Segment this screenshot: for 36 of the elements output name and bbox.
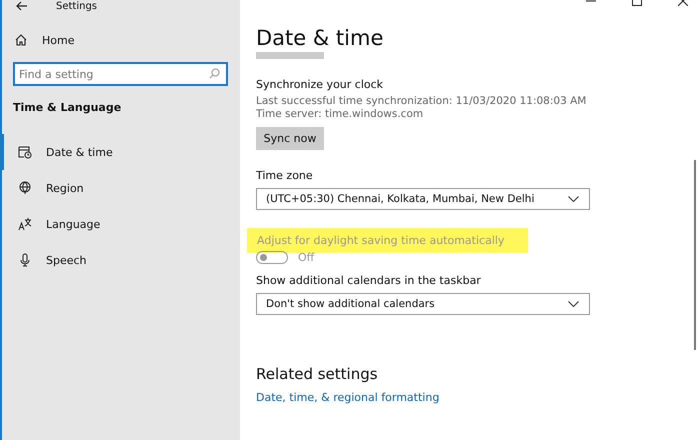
sidebar-item[interactable]: Language bbox=[0, 206, 240, 242]
regional-formatting-link[interactable]: Date, time, & regional formatting bbox=[256, 391, 440, 404]
sidebar-item-label: Region bbox=[46, 182, 84, 194]
sync-heading: Synchronize your clock bbox=[256, 78, 384, 91]
sidebar-item[interactable]: Date & time bbox=[0, 134, 240, 170]
section-heading: Time & Language bbox=[13, 101, 122, 114]
chevron-down-icon bbox=[568, 196, 579, 202]
sidebar-item[interactable]: Region bbox=[0, 170, 240, 206]
sidebar-item-label: Speech bbox=[46, 254, 87, 266]
daylight-saving-label: Adjust for daylight saving time automatically bbox=[247, 228, 528, 253]
time-zone-dropdown[interactable]: (UTC+05:30) Chennai, Kolkata, Mumbai, New Delhi bbox=[256, 188, 590, 210]
home-nav-item[interactable]: Home bbox=[2, 32, 240, 48]
sync-now-button[interactable]: Sync now bbox=[256, 127, 324, 150]
window-title: Settings bbox=[56, 0, 98, 12]
toggle-state-text: Off bbox=[298, 251, 314, 264]
globe-icon bbox=[18, 181, 32, 195]
home-icon bbox=[14, 33, 28, 47]
time-zone-label: Time zone bbox=[256, 169, 314, 182]
last-sync-text: Last successful time synchronization: 11/03/2020 11:08:03 AM bbox=[256, 95, 588, 107]
microphone-icon bbox=[18, 253, 32, 267]
chevron-down-icon bbox=[568, 301, 579, 307]
sidebar-item[interactable]: Speech bbox=[0, 242, 240, 278]
calendar-clock-icon bbox=[18, 145, 32, 159]
page-title: Date & time bbox=[256, 26, 384, 50]
back-arrow-icon[interactable] bbox=[16, 1, 28, 11]
time-server-text: Time server: time.windows.com bbox=[256, 108, 424, 120]
related-settings-heading: Related settings bbox=[256, 365, 379, 383]
home-label: Home bbox=[42, 34, 74, 46]
sidebar-item-label: Language bbox=[46, 218, 100, 230]
language-icon bbox=[18, 217, 32, 231]
search-field[interactable]: Find a setting bbox=[13, 62, 228, 86]
search-icon bbox=[209, 68, 220, 79]
calendars-label: Show additional calendars in the taskbar bbox=[256, 274, 482, 287]
calendars-dropdown[interactable]: Don't show additional calendars bbox=[256, 293, 590, 315]
sidebar-item-label: Date & time bbox=[46, 146, 113, 158]
scrollbar[interactable] bbox=[694, 160, 696, 350]
